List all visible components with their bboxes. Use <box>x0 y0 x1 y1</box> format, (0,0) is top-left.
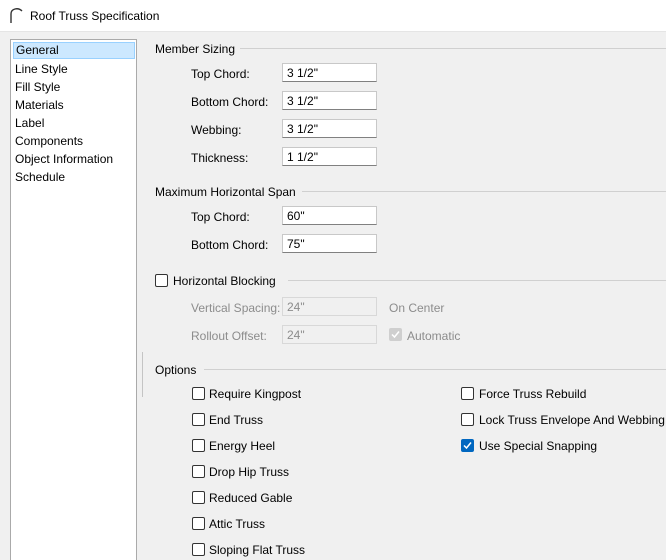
energy-heel-label: Energy Heel <box>209 439 276 453</box>
span-top-chord-label: Top Chord: <box>191 210 250 224</box>
horizontal-blocking-label: Horizontal Blocking <box>173 274 276 288</box>
end-truss-label: End Truss <box>209 413 264 427</box>
rollout-offset-label: Rollout Offset: <box>191 329 267 343</box>
horizontal-blocking-checkbox[interactable] <box>155 274 168 287</box>
max-span-title: Maximum Horizontal Span <box>155 185 296 199</box>
options-divider <box>204 369 666 370</box>
automatic-label: Automatic <box>407 329 461 343</box>
drop-hip-truss-checkbox[interactable] <box>192 465 205 478</box>
sloping-flat-truss-checkbox[interactable] <box>192 543 205 556</box>
thickness-label: Thickness: <box>191 151 249 165</box>
window-title: Roof Truss Specification <box>30 9 160 23</box>
span-top-chord-field[interactable]: 60" <box>282 206 377 225</box>
sidebar-item-general[interactable]: General <box>13 42 135 59</box>
webbing-label: Webbing: <box>191 123 242 137</box>
reduced-gable-checkbox[interactable] <box>192 491 205 504</box>
on-center-label: On Center <box>389 301 445 315</box>
splitter-handle[interactable] <box>142 352 143 397</box>
member-sizing-divider <box>240 48 666 49</box>
require-kingpost-label: Require Kingpost <box>209 387 302 401</box>
thickness-field[interactable]: 1 1/2" <box>282 147 377 166</box>
sidebar-item-materials[interactable]: Materials <box>13 97 133 114</box>
checkmark-icon <box>463 442 472 450</box>
sloping-flat-truss-label: Sloping Flat Truss <box>209 543 306 557</box>
sidebar-item-line-style[interactable]: Line Style <box>13 61 133 78</box>
checkmark-icon <box>391 331 400 339</box>
force-truss-rebuild-label: Force Truss Rebuild <box>479 387 587 401</box>
rollout-offset-field[interactable]: 24" <box>282 325 377 344</box>
title-bar: Roof Truss Specification <box>0 0 666 32</box>
options-title: Options <box>155 363 197 377</box>
bottom-chord-size-field[interactable]: 3 1/2" <box>282 91 377 110</box>
webbing-size-field[interactable]: 3 1/2" <box>282 119 377 138</box>
vertical-spacing-label: Vertical Spacing: <box>191 301 281 315</box>
drop-hip-truss-label: Drop Hip Truss <box>209 465 290 479</box>
span-bottom-chord-field[interactable]: 75" <box>282 234 377 253</box>
sidebar-item-fill-style[interactable]: Fill Style <box>13 79 133 96</box>
category-list[interactable]: General Line Style Fill Style Materials … <box>10 39 137 560</box>
require-kingpost-checkbox[interactable] <box>192 387 205 400</box>
lock-truss-envelope-label: Lock Truss Envelope And Webbing <box>479 413 665 427</box>
member-sizing-title: Member Sizing <box>155 42 236 56</box>
lock-truss-envelope-checkbox[interactable] <box>461 413 474 426</box>
use-special-snapping-checkbox[interactable] <box>461 439 474 452</box>
reduced-gable-label: Reduced Gable <box>209 491 293 505</box>
end-truss-checkbox[interactable] <box>192 413 205 426</box>
sidebar-item-object-information[interactable]: Object Information <box>13 151 133 168</box>
force-truss-rebuild-checkbox[interactable] <box>461 387 474 400</box>
roof-truss-icon <box>10 8 23 23</box>
energy-heel-checkbox[interactable] <box>192 439 205 452</box>
bottom-chord-label: Bottom Chord: <box>191 95 269 109</box>
sidebar-item-components[interactable]: Components <box>13 133 133 150</box>
blocking-divider <box>288 280 666 281</box>
max-span-divider <box>302 191 666 192</box>
automatic-checkbox[interactable] <box>389 328 402 341</box>
sidebar-item-label[interactable]: Label <box>13 115 133 132</box>
attic-truss-label: Attic Truss <box>209 517 266 531</box>
attic-truss-checkbox[interactable] <box>192 517 205 530</box>
span-bottom-chord-label: Bottom Chord: <box>191 238 269 252</box>
top-chord-size-field[interactable]: 3 1/2" <box>282 63 377 82</box>
sidebar-item-schedule[interactable]: Schedule <box>13 169 133 186</box>
top-chord-label: Top Chord: <box>191 67 250 81</box>
use-special-snapping-label: Use Special Snapping <box>479 439 598 453</box>
vertical-spacing-field[interactable]: 24" <box>282 297 377 316</box>
